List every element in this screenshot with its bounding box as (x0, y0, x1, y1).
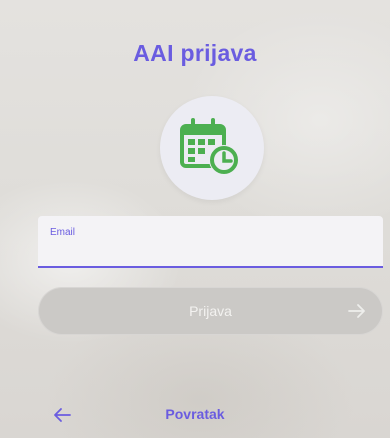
arrow-right-icon (348, 304, 365, 318)
page-title: AAI prijava (133, 40, 257, 66)
email-label: Email (50, 227, 76, 238)
login-button-label: Prijava (189, 303, 232, 319)
back-link-label: Povratak (165, 406, 225, 422)
email-input[interactable] (50, 242, 368, 262)
back-link[interactable]: Povratak (0, 400, 390, 430)
calendar-clock-icon (180, 118, 239, 175)
email-field[interactable]: Email (38, 216, 383, 268)
login-button[interactable]: Prijava (38, 287, 383, 335)
app-logo (160, 96, 264, 200)
